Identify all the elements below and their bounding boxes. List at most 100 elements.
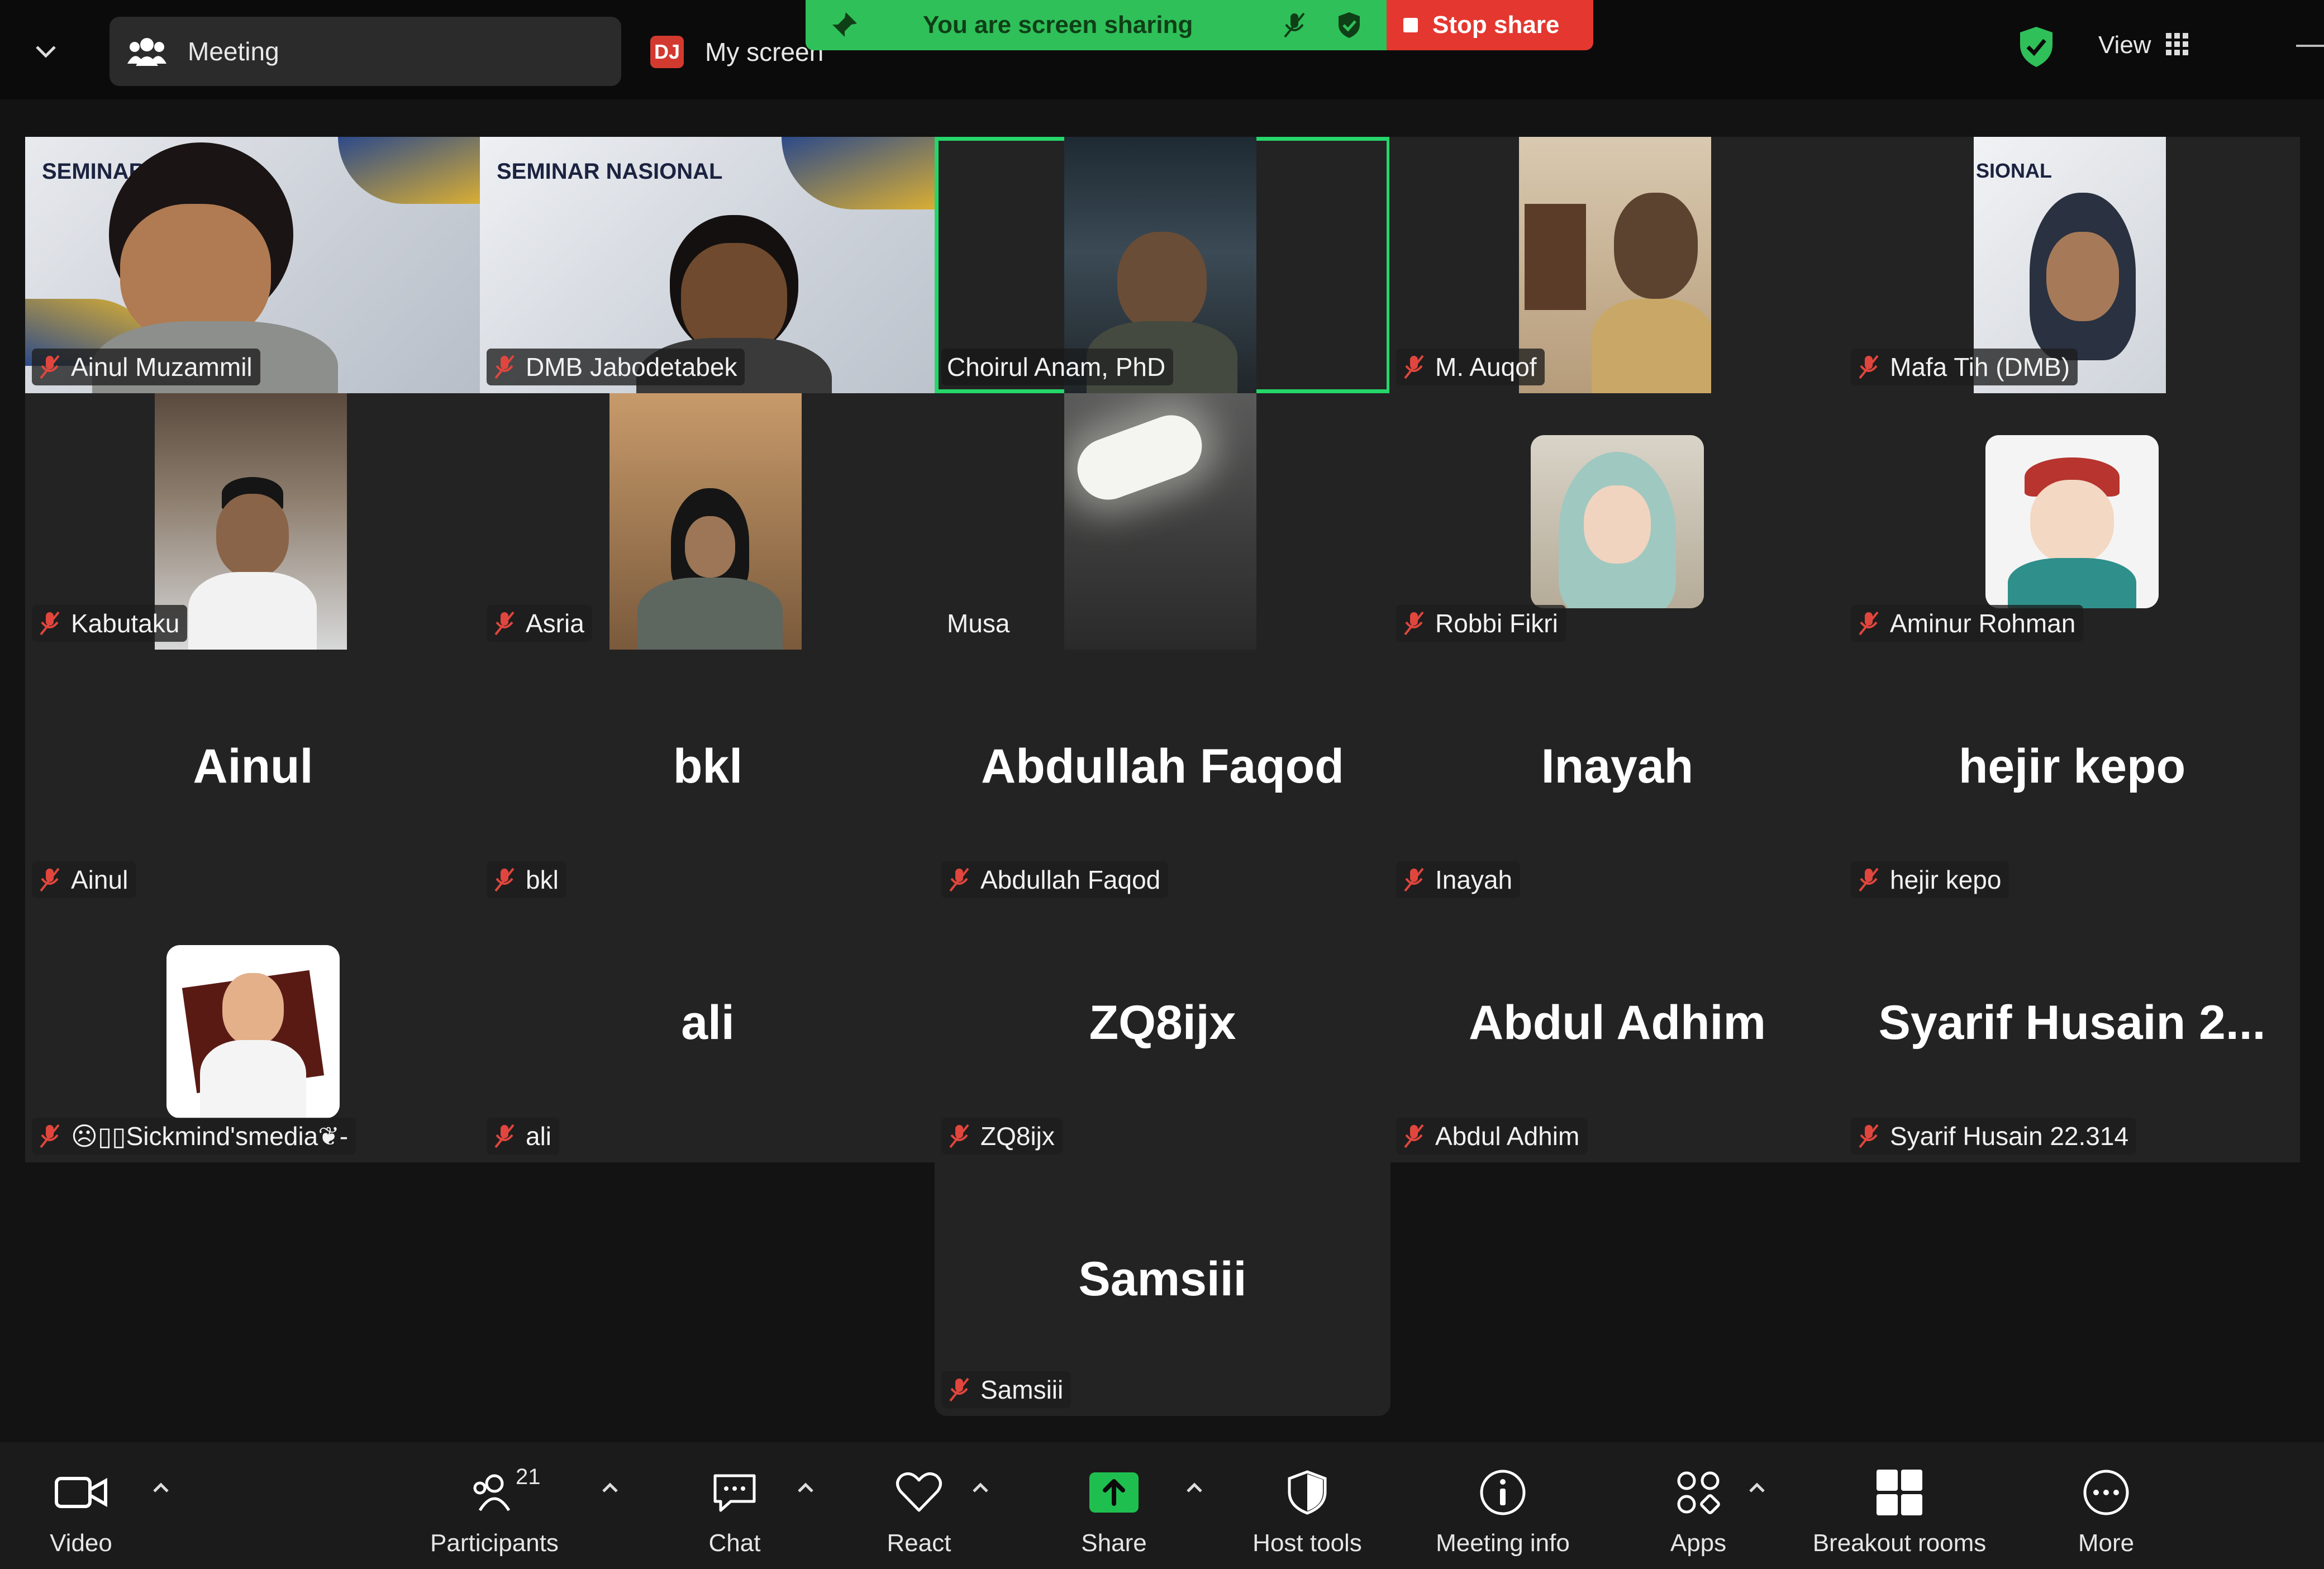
- breakout-rooms-button[interactable]: Breakout rooms: [1802, 1465, 1997, 1560]
- mic-muted-icon: [949, 1377, 969, 1402]
- stop-share-label: Stop share: [1432, 11, 1560, 39]
- mic-muted-icon: [494, 867, 515, 892]
- participants-button[interactable]: 21 Participants: [419, 1465, 570, 1560]
- participant-name-tag: Choirul Anam, PhD: [941, 349, 1174, 385]
- participant-tile-active-speaker[interactable]: Choirul Anam, PhD: [935, 137, 1390, 393]
- meeting-controls-toolbar: Video 21 Participants Chat React Share H…: [0, 1442, 2324, 1569]
- participant-name-tag: Inayah: [1396, 861, 1521, 898]
- participant-tile[interactable]: Asria: [480, 393, 936, 650]
- participant-tile[interactable]: Ainul Ainul: [25, 650, 481, 906]
- participant-name: bkl: [526, 865, 559, 894]
- participant-name-tag: Robbi Fikri: [1396, 605, 1566, 642]
- profile-picture: [1985, 435, 2159, 608]
- participant-display-name: Ainul: [193, 740, 313, 793]
- react-button[interactable]: React: [880, 1465, 958, 1560]
- participant-name: ZQ8ijx: [980, 1122, 1055, 1151]
- participant-name: Robbi Fikri: [1435, 609, 1558, 638]
- video-label: Video: [50, 1529, 112, 1557]
- apps-label: Apps: [1670, 1529, 1727, 1557]
- breakout-rooms-icon: [1874, 1465, 1925, 1520]
- meeting-info-button[interactable]: Meeting info: [1422, 1465, 1584, 1560]
- mic-muted-icon[interactable]: [1279, 10, 1309, 43]
- apps-icon: [1673, 1465, 1723, 1520]
- more-label: More: [2078, 1529, 2135, 1557]
- stop-square-icon: [1403, 18, 1418, 32]
- caret-up-icon[interactable]: [1746, 1477, 1768, 1499]
- participant-tile[interactable]: SEMINAR Ainul Muzammil: [25, 137, 481, 393]
- host-tools-button[interactable]: Host tools: [1237, 1465, 1377, 1560]
- mic-muted-icon: [494, 1124, 515, 1148]
- participants-label: Participants: [430, 1529, 559, 1557]
- host-tools-label: Host tools: [1253, 1529, 1362, 1557]
- participant-tile[interactable]: Kabutaku: [25, 393, 481, 650]
- participant-tile[interactable]: Aminur Rohman: [1844, 393, 2300, 650]
- participant-name-tag: DMB Jabodetabek: [487, 349, 745, 385]
- share-screen-icon: [1086, 1465, 1142, 1520]
- participant-tile[interactable]: Robbi Fikri: [1389, 393, 1845, 650]
- participant-display-name: Abdul Adhim: [1469, 996, 1766, 1050]
- pin-icon[interactable]: [829, 10, 859, 43]
- participant-name-tag: bkl: [487, 861, 566, 898]
- chat-bubble-icon: [709, 1465, 760, 1520]
- participant-name-tag: hejir kepo: [1851, 861, 2009, 898]
- meeting-info-label: Meeting info: [1436, 1529, 1570, 1557]
- chat-label: Chat: [708, 1529, 761, 1557]
- video-feed: [609, 393, 802, 650]
- participant-tile[interactable]: ☹︎▯▯Sickmind'smedia❦-: [25, 906, 481, 1162]
- participant-name-tag: ali: [487, 1118, 560, 1155]
- participant-tile[interactable]: Abdullah Faqod Abdullah Faqod: [935, 650, 1390, 906]
- participant-tile[interactable]: Musa: [935, 393, 1390, 650]
- mic-muted-icon: [494, 355, 515, 379]
- participant-name-tag: Samsiii: [941, 1371, 1071, 1408]
- participants-icon: 21: [472, 1465, 541, 1520]
- participant-name-tag: Kabutaku: [32, 605, 188, 642]
- mic-muted-icon: [949, 1124, 969, 1148]
- shield-check-icon[interactable]: [1334, 10, 1364, 43]
- participant-name: M. Auqof: [1435, 352, 1537, 381]
- participant-tile[interactable]: ZQ8ijx ZQ8ijx: [935, 906, 1390, 1162]
- participant-tile[interactable]: hejir kepo hejir kepo: [1844, 650, 2300, 906]
- participant-tile[interactable]: SIONAL Mafa Tih (DMB): [1844, 137, 2300, 393]
- video-button[interactable]: Video: [34, 1465, 128, 1560]
- participant-tile[interactable]: bkl bkl: [480, 650, 936, 906]
- slide-title: SIONAL: [1976, 159, 2052, 182]
- more-button[interactable]: More: [2067, 1465, 2145, 1560]
- heart-icon: [894, 1465, 944, 1520]
- participant-name: ☹︎▯▯Sickmind'smedia❦-: [71, 1122, 349, 1151]
- minimize-icon[interactable]: [2296, 45, 2324, 47]
- caret-up-icon[interactable]: [794, 1477, 817, 1499]
- participant-tile[interactable]: Syarif Husain 2... Syarif Husain 22.314: [1844, 906, 2300, 1162]
- participant-tile[interactable]: Abdul Adhim Abdul Adhim: [1389, 906, 1845, 1162]
- mic-muted-icon: [1404, 867, 1424, 892]
- participant-tile[interactable]: ali ali: [480, 906, 936, 1162]
- security-shield-icon[interactable]: [2017, 25, 2056, 69]
- mic-muted-icon: [1404, 355, 1424, 379]
- meeting-tab[interactable]: Meeting: [109, 17, 621, 86]
- participant-name: hejir kepo: [1890, 865, 2002, 894]
- chevron-down-icon[interactable]: [28, 34, 64, 69]
- chat-button[interactable]: Chat: [696, 1465, 774, 1560]
- mic-muted-icon: [1859, 867, 1879, 892]
- apps-button[interactable]: Apps: [1659, 1465, 1737, 1560]
- mic-muted-icon: [40, 355, 60, 379]
- mic-muted-icon: [1859, 1124, 1879, 1148]
- participant-display-name: Inayah: [1541, 740, 1694, 793]
- participant-name: Inayah: [1435, 865, 1513, 894]
- participant-tile[interactable]: Inayah Inayah: [1389, 650, 1845, 906]
- stop-share-button[interactable]: Stop share: [1387, 0, 1593, 50]
- participant-tile[interactable]: SEMINAR NASIONAL DMB Jabodetabek: [480, 137, 936, 393]
- participant-name: Kabutaku: [71, 609, 180, 638]
- participant-name: Asria: [526, 609, 584, 638]
- share-button[interactable]: Share: [1075, 1465, 1153, 1560]
- presenter-avatar-badge: DJ: [650, 36, 684, 68]
- participant-tile[interactable]: Samsiii Samsiii: [935, 1162, 1390, 1416]
- caret-up-icon[interactable]: [150, 1477, 172, 1499]
- participant-name-tag: ☹︎▯▯Sickmind'smedia❦-: [32, 1118, 356, 1155]
- participant-tile[interactable]: M. Auqof: [1389, 137, 1845, 393]
- caret-up-icon[interactable]: [969, 1477, 992, 1499]
- participant-display-name: ZQ8ijx: [1089, 996, 1236, 1050]
- caret-up-icon[interactable]: [1183, 1477, 1206, 1499]
- view-button[interactable]: View: [2098, 31, 2188, 59]
- participant-name: ali: [526, 1122, 552, 1151]
- caret-up-icon[interactable]: [599, 1477, 621, 1499]
